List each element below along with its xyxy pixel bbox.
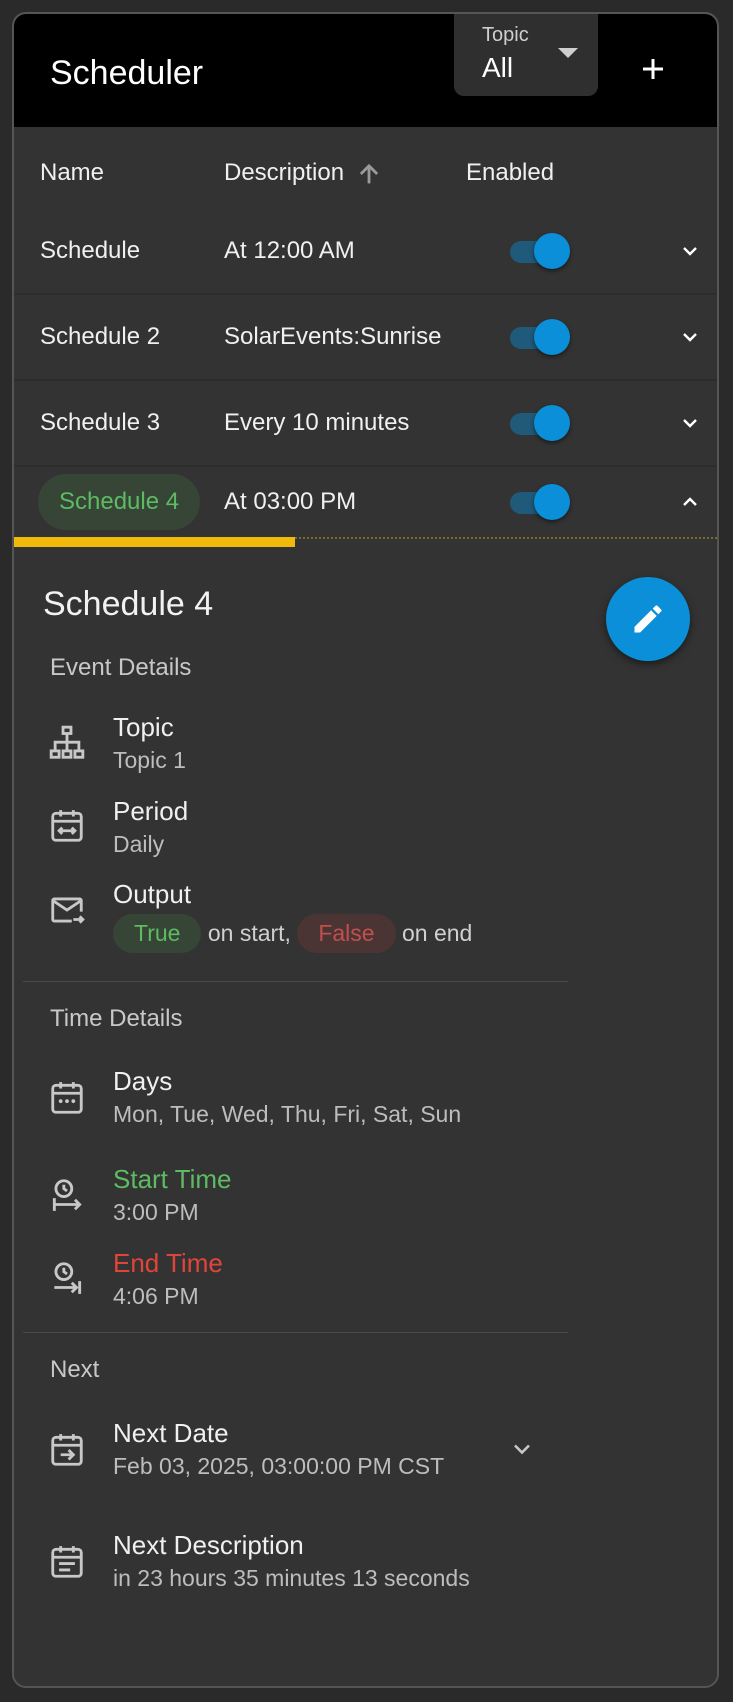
column-name[interactable]: Name — [40, 159, 104, 187]
topic-select[interactable]: Topic All — [454, 14, 598, 96]
detail-title: Schedule 4 — [43, 585, 214, 623]
section-next: Next — [50, 1356, 100, 1383]
row-name: Schedule — [40, 237, 141, 264]
row-description: SolarEvents:Sunrise — [224, 323, 442, 350]
row-description: At 12:00 AM — [224, 237, 355, 264]
start-time-label: Start Time — [113, 1164, 232, 1194]
clock-end-icon — [54, 1262, 82, 1294]
topic-select-value: All — [482, 52, 514, 83]
divider — [23, 1332, 568, 1333]
enabled-toggle[interactable] — [504, 405, 572, 441]
output-end-text: on end — [401, 920, 473, 946]
topic-select-label: Topic — [482, 24, 529, 46]
output-true-badge: True — [113, 914, 202, 953]
page-title: Scheduler — [50, 54, 204, 92]
table-row[interactable]: Schedule At 12:00 AM — [14, 209, 717, 295]
next-date-value: Feb 03, 2025, 03:00:00 PM CST — [113, 1453, 445, 1479]
row-name-cell: Schedule 4 — [38, 467, 201, 537]
calendar-text-icon — [51, 1546, 83, 1578]
start-time-value: 3:00 PM — [113, 1199, 199, 1225]
section-event-details: Event Details — [50, 654, 192, 681]
table-row[interactable]: Schedule 3 Every 10 minutes — [14, 381, 717, 467]
calendar-icon — [51, 1082, 83, 1114]
divider — [23, 981, 568, 982]
output-label: Output — [113, 879, 192, 909]
output-false-badge: False — [297, 914, 396, 953]
email-send-icon — [51, 897, 85, 924]
chevron-down-icon[interactable] — [678, 411, 702, 435]
row-name-chip: Schedule 4 — [38, 474, 201, 530]
table-row[interactable]: Schedule 2 SolarEvents:Sunrise — [14, 295, 717, 381]
table-header: Name Description Enabled — [14, 127, 717, 210]
topic-label: Topic — [113, 712, 174, 742]
chevron-down-icon[interactable] — [678, 325, 702, 349]
column-description[interactable]: Description — [224, 159, 383, 188]
scheduler-app: Scheduler Topic All Name Description Ena… — [12, 12, 719, 1688]
table-row-selected[interactable]: Schedule 4 At 03:00 PM — [14, 467, 717, 537]
schedule-detail-panel: Schedule 4 Event Details Topic Topic 1 P… — [14, 537, 717, 1686]
row-description: Every 10 minutes — [224, 409, 410, 436]
enabled-toggle[interactable] — [504, 484, 572, 520]
calendar-arrow-icon — [51, 1434, 83, 1466]
output-start-text: on start, — [207, 920, 291, 946]
row-name: Schedule 3 — [40, 409, 161, 436]
plus-icon — [643, 59, 663, 79]
clock-start-icon — [52, 1179, 82, 1211]
enabled-toggle[interactable] — [504, 233, 572, 269]
topic-value: Topic 1 — [113, 747, 186, 773]
chevron-down-icon[interactable] — [508, 1435, 536, 1463]
row-description: At 03:00 PM — [224, 488, 357, 515]
next-description-value: in 23 hours 35 minutes 13 seconds — [113, 1565, 470, 1591]
row-name: Schedule 2 — [40, 323, 161, 350]
app-header: Scheduler Topic All — [14, 14, 717, 127]
enabled-toggle[interactable] — [504, 319, 572, 355]
chevron-down-icon[interactable] — [678, 239, 702, 263]
column-description-label: Description — [224, 159, 345, 186]
progress-bar — [14, 537, 296, 547]
end-time-label: End Time — [113, 1248, 223, 1278]
period-label: Period — [113, 796, 189, 826]
days-label: Days — [113, 1066, 173, 1096]
next-date-label: Next Date — [113, 1418, 229, 1448]
output-value: True on start, False on end — [113, 914, 472, 953]
arrow-up-icon[interactable] — [355, 160, 383, 188]
end-time-value: 4:06 PM — [113, 1283, 199, 1309]
chevron-up-icon[interactable] — [678, 490, 702, 514]
column-enabled[interactable]: Enabled — [466, 159, 554, 187]
section-time-details: Time Details — [50, 1005, 183, 1032]
next-description-label: Next Description — [113, 1530, 304, 1560]
add-schedule-button[interactable] — [628, 44, 678, 94]
sitemap-icon — [49, 725, 85, 759]
period-value: Daily — [113, 831, 165, 857]
pencil-icon — [634, 605, 662, 633]
days-value: Mon, Tue, Wed, Thu, Fri, Sat, Sun — [113, 1101, 462, 1127]
edit-button[interactable] — [606, 577, 690, 661]
caret-down-icon — [558, 48, 578, 58]
calendar-range-icon — [51, 810, 83, 842]
